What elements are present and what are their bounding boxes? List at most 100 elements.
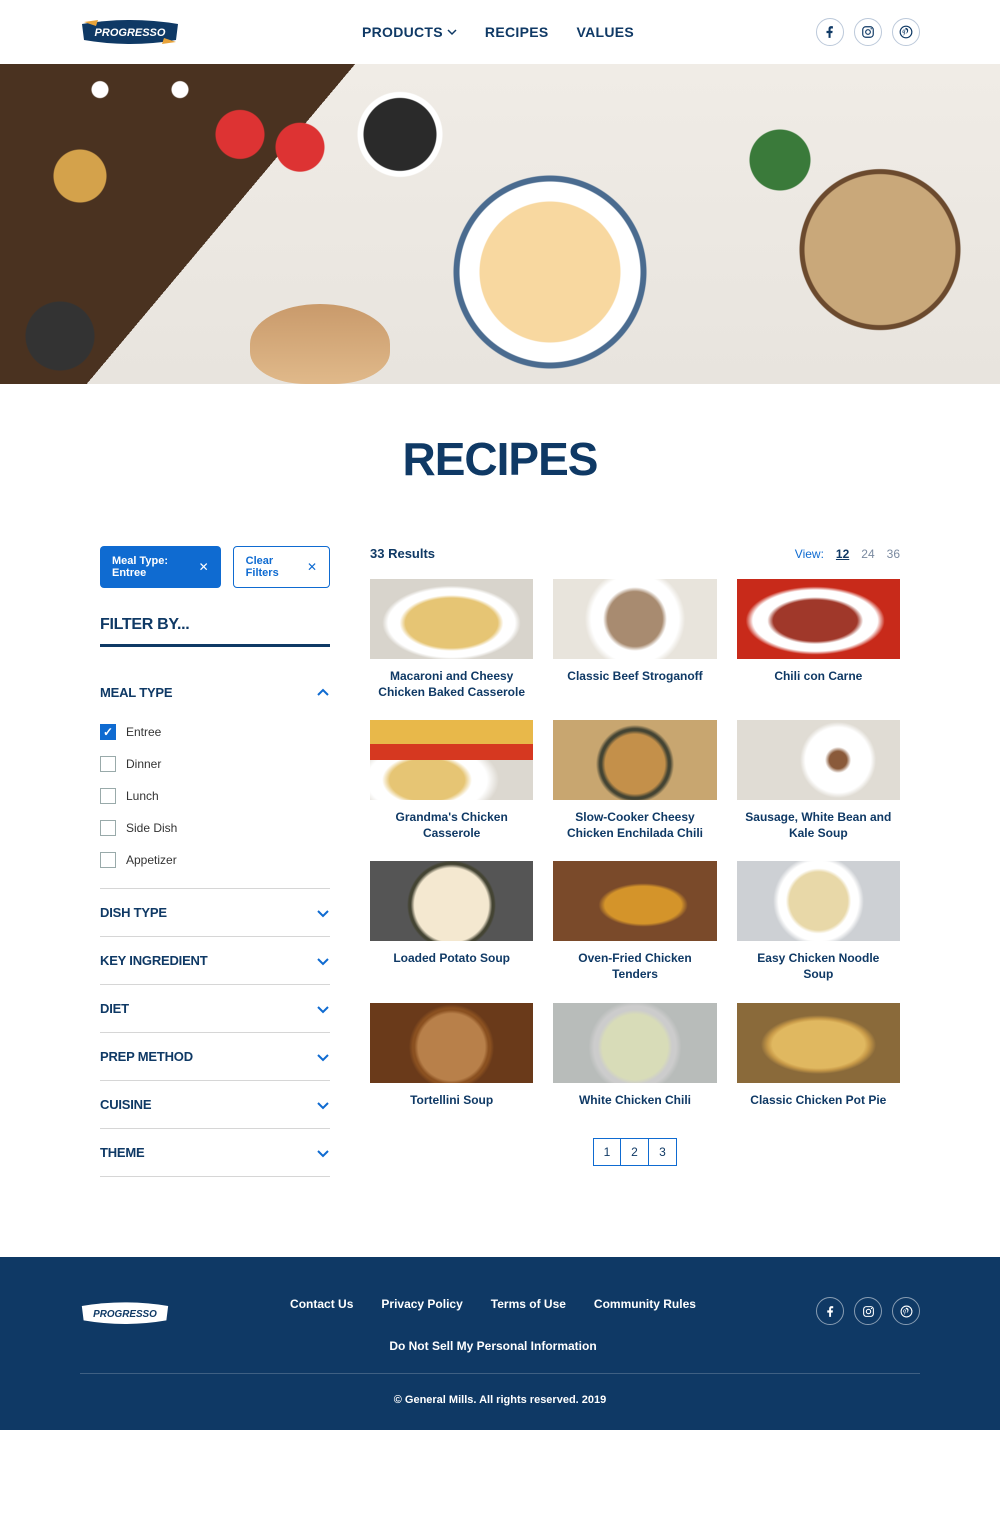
recipe-card[interactable]: Loaded Potato Soup: [370, 861, 533, 982]
recipe-image: [553, 1003, 716, 1083]
filter-option-dinner[interactable]: Dinner: [100, 748, 330, 780]
footer-do-not-sell-link[interactable]: Do Not Sell My Personal Information: [243, 1339, 743, 1353]
footer-logo[interactable]: PROGRESSO: [80, 1297, 170, 1334]
hero-image: [0, 64, 1000, 384]
filter-header-cuisine[interactable]: CUISINE: [100, 1081, 330, 1128]
chevron-down-icon: [447, 27, 457, 37]
footer-facebook-link[interactable]: [816, 1297, 844, 1325]
filter-header-meal-type[interactable]: MEAL TYPE: [100, 669, 330, 716]
option-label: Side Dish: [126, 821, 177, 835]
nav-products-label: PRODUCTS: [362, 24, 443, 40]
filter-group-meal-type: MEAL TYPE Entree Dinner Lunch: [100, 669, 330, 889]
filter-label: MEAL TYPE: [100, 685, 172, 700]
recipe-card[interactable]: Sausage, White Bean and Kale Soup: [737, 720, 900, 841]
chevron-down-icon: [316, 1050, 330, 1064]
filter-group-diet: DIET: [100, 985, 330, 1033]
filter-label: CUISINE: [100, 1097, 151, 1112]
recipe-title: Loaded Potato Soup: [370, 941, 533, 967]
recipe-image: [553, 579, 716, 659]
recipe-title: Chili con Carne: [737, 659, 900, 685]
nav-values[interactable]: VALUES: [576, 24, 634, 40]
nav-products[interactable]: PRODUCTS: [362, 24, 457, 40]
facebook-icon: [824, 1305, 837, 1318]
filter-header-key-ingredient[interactable]: KEY INGREDIENT: [100, 937, 330, 984]
checkbox-icon: [100, 788, 116, 804]
page-1[interactable]: 1: [593, 1138, 621, 1166]
active-filter-chips: Meal Type: Entree ✕ Clear Filters ✕: [100, 546, 330, 588]
recipe-title: Easy Chicken Noodle Soup: [737, 941, 900, 982]
pagination: 1 2 3: [370, 1138, 900, 1166]
filter-option-lunch[interactable]: Lunch: [100, 780, 330, 812]
recipe-grid: Macaroni and Cheesy Chicken Baked Casser…: [370, 579, 900, 1108]
footer-terms-link[interactable]: Terms of Use: [491, 1297, 566, 1311]
footer-copyright: © General Mills. All rights reserved. 20…: [80, 1374, 920, 1406]
recipe-card[interactable]: Easy Chicken Noodle Soup: [737, 861, 900, 982]
view-toggle: View: 12 24 36: [795, 547, 900, 561]
chevron-down-icon: [316, 1002, 330, 1016]
recipe-image: [553, 861, 716, 941]
recipe-card[interactable]: White Chicken Chili: [553, 1003, 716, 1109]
results-header: 33 Results View: 12 24 36: [370, 546, 900, 561]
footer-privacy-link[interactable]: Privacy Policy: [381, 1297, 462, 1311]
recipe-card[interactable]: Classic Beef Stroganoff: [553, 579, 716, 700]
chevron-down-icon: [316, 1098, 330, 1112]
footer-socials: [816, 1297, 920, 1325]
footer-links: Contact Us Privacy Policy Terms of Use C…: [243, 1297, 743, 1353]
chevron-down-icon: [316, 954, 330, 968]
recipe-card[interactable]: Tortellini Soup: [370, 1003, 533, 1109]
main-nav: PRODUCTS RECIPES VALUES: [362, 24, 634, 40]
facebook-icon: [823, 25, 837, 39]
recipe-title: White Chicken Chili: [553, 1083, 716, 1109]
filter-label: PREP METHOD: [100, 1049, 193, 1064]
recipe-image: [737, 1003, 900, 1083]
view-24[interactable]: 24: [861, 547, 874, 561]
footer-contact-link[interactable]: Contact Us: [290, 1297, 353, 1311]
recipe-image: [737, 579, 900, 659]
facebook-link[interactable]: [816, 18, 844, 46]
recipe-image: [370, 720, 533, 800]
brand-logo[interactable]: PROGRESSO: [80, 14, 180, 50]
filter-option-entree[interactable]: Entree: [100, 716, 330, 748]
instagram-link[interactable]: [854, 18, 882, 46]
filter-chip-meal-type-entree[interactable]: Meal Type: Entree ✕: [100, 546, 221, 588]
recipe-card[interactable]: Chili con Carne: [737, 579, 900, 700]
recipe-card[interactable]: Slow-Cooker Cheesy Chicken Enchilada Chi…: [553, 720, 716, 841]
nav-recipes[interactable]: RECIPES: [485, 24, 549, 40]
filter-header-theme[interactable]: THEME: [100, 1129, 330, 1176]
footer-instagram-link[interactable]: [854, 1297, 882, 1325]
clear-filters-button[interactable]: Clear Filters ✕: [233, 546, 330, 588]
main-container: Meal Type: Entree ✕ Clear Filters ✕ FILT…: [80, 546, 920, 1217]
recipe-image: [737, 861, 900, 941]
footer-community-link[interactable]: Community Rules: [594, 1297, 696, 1311]
recipe-card[interactable]: Classic Chicken Pot Pie: [737, 1003, 900, 1109]
filter-header-prep-method[interactable]: PREP METHOD: [100, 1033, 330, 1080]
filter-option-side-dish[interactable]: Side Dish: [100, 812, 330, 844]
footer-pinterest-link[interactable]: [892, 1297, 920, 1325]
view-12[interactable]: 12: [836, 547, 849, 561]
filter-header-dish-type[interactable]: DISH TYPE: [100, 889, 330, 936]
recipe-image: [737, 720, 900, 800]
filter-header-diet[interactable]: DIET: [100, 985, 330, 1032]
recipe-card[interactable]: Macaroni and Cheesy Chicken Baked Casser…: [370, 579, 533, 700]
filter-label: KEY INGREDIENT: [100, 953, 207, 968]
pinterest-link[interactable]: [892, 18, 920, 46]
nav-values-label: VALUES: [576, 24, 634, 40]
recipe-card[interactable]: Grandma's Chicken Casserole: [370, 720, 533, 841]
pinterest-icon: [899, 25, 913, 39]
recipe-card[interactable]: Oven-Fried Chicken Tenders: [553, 861, 716, 982]
page-2[interactable]: 2: [621, 1138, 649, 1166]
filter-label: DIET: [100, 1001, 129, 1016]
checkbox-icon: [100, 756, 116, 772]
filter-sidebar: Meal Type: Entree ✕ Clear Filters ✕ FILT…: [100, 546, 330, 1177]
option-label: Dinner: [126, 757, 161, 771]
filter-option-appetizer[interactable]: Appetizer: [100, 844, 330, 876]
filter-options-meal-type: Entree Dinner Lunch Side Dish Appetizer: [100, 716, 330, 888]
filter-group-prep-method: PREP METHOD: [100, 1033, 330, 1081]
main-footer: PROGRESSO Contact Us Privacy Policy Term…: [0, 1257, 1000, 1430]
filter-label: DISH TYPE: [100, 905, 167, 920]
view-36[interactable]: 36: [887, 547, 900, 561]
page-3[interactable]: 3: [649, 1138, 677, 1166]
filter-label: THEME: [100, 1145, 145, 1160]
chevron-down-icon: [316, 906, 330, 920]
option-label: Appetizer: [126, 853, 177, 867]
